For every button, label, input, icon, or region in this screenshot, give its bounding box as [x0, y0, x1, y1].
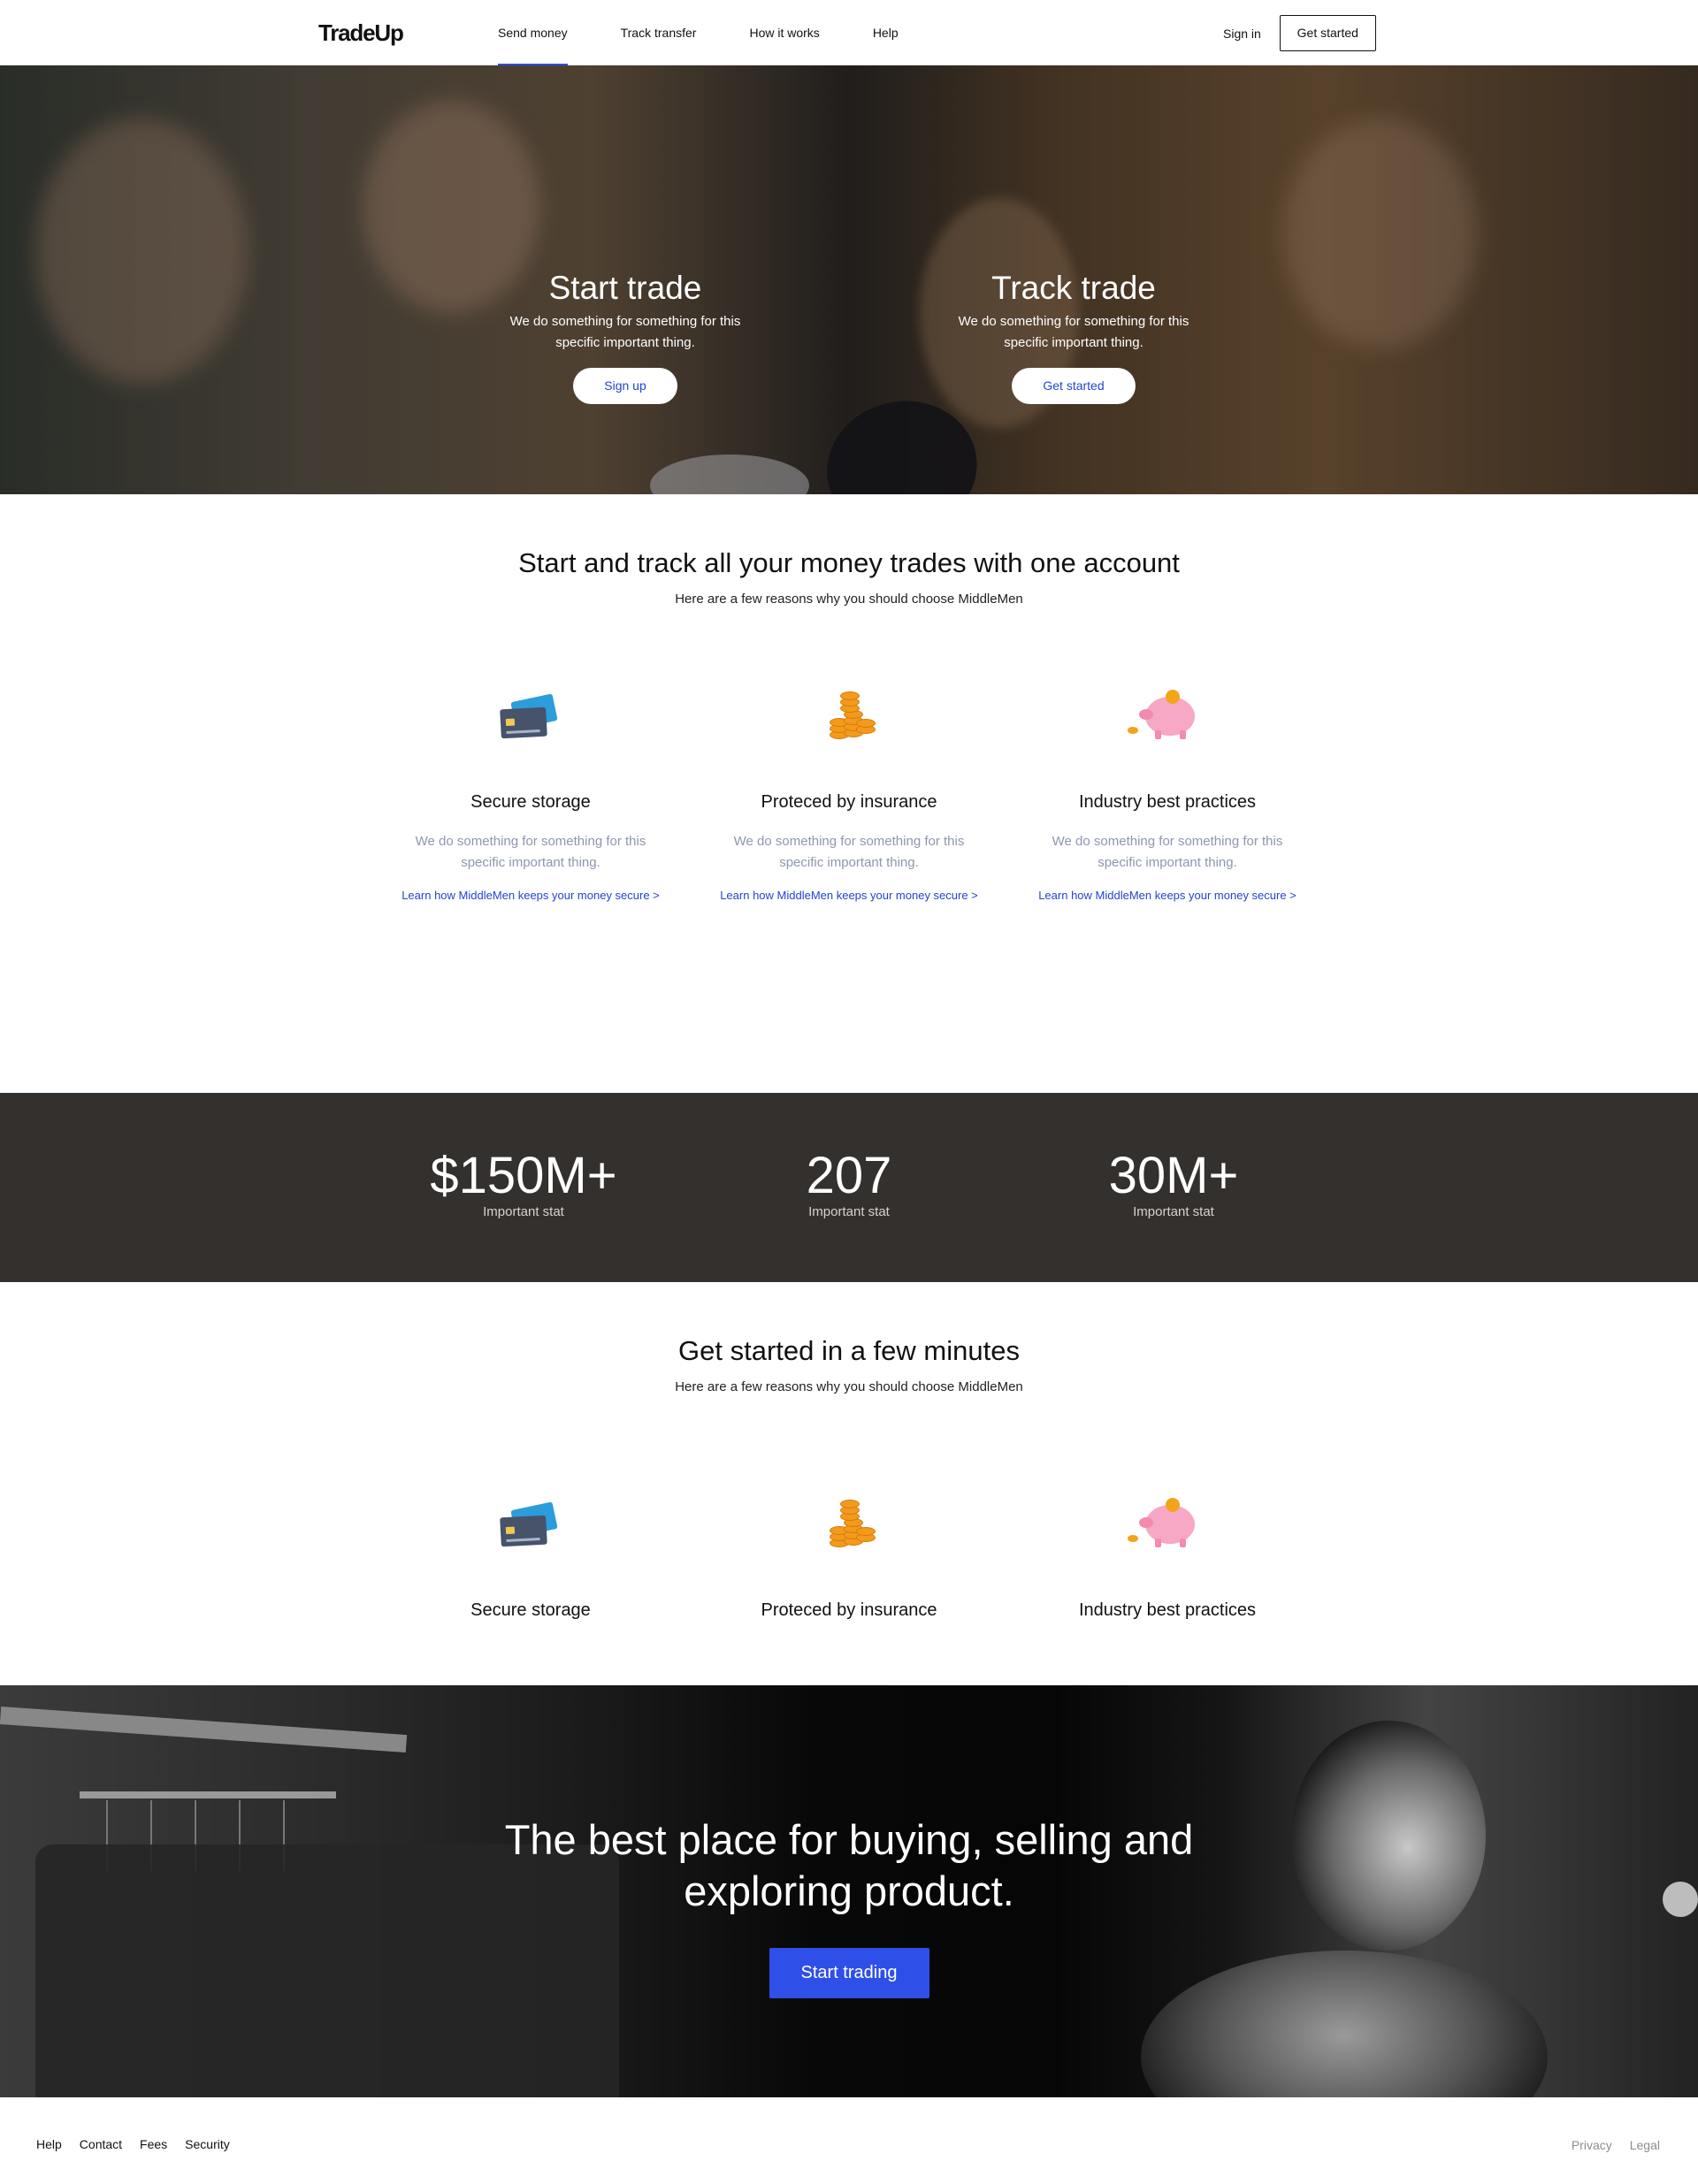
hero-start-trade-title: Start trade	[548, 270, 702, 306]
footer-privacy-link[interactable]: Privacy	[1572, 2138, 1612, 2152]
cta-photo-clothes-rail	[80, 1791, 336, 1798]
coin-stack-icon	[805, 1494, 893, 1556]
nav-track-transfer[interactable]: Track transfer	[621, 0, 697, 65]
feature-secure-storage: Secure storage We do something for somet…	[398, 686, 663, 908]
footer: Help Contact Fees Security Privacy Legal	[0, 2097, 1698, 2184]
stat-item: 30M+ Important stat	[1041, 1147, 1306, 1220]
feature-title: Industry best practices	[1078, 792, 1257, 812]
brand-logo[interactable]: TradeUp	[318, 19, 404, 47]
piggy-bank-icon	[1123, 686, 1212, 748]
feature-best-practices: Industry best practices We do something …	[1035, 686, 1300, 908]
header-actions: Sign in Get started	[1223, 15, 1376, 51]
main-nav: Send money Track transfer How it works H…	[498, 0, 952, 66]
get-started-button[interactable]: Get started	[1279, 15, 1376, 51]
nav-send-money[interactable]: Send money	[498, 0, 568, 66]
stat-item: $150M+ Important stat	[391, 1147, 656, 1220]
step-insurance: Proteced by insurance	[716, 1494, 982, 1621]
hero-start-trade-text: We do something for something for this s…	[509, 314, 741, 350]
stat-value: $150M+	[430, 1147, 617, 1204]
hero-overlay	[0, 65, 1698, 494]
start-trading-button[interactable]: Start trading	[769, 1948, 929, 1998]
hero-track-trade-text: We do something for something for this s…	[958, 314, 1189, 350]
cta-banner: The best place for buying, selling and e…	[0, 1685, 1698, 2097]
feature-insurance: Proteced by insurance We do something fo…	[716, 686, 982, 908]
step-title: Secure storage	[470, 1600, 591, 1620]
feature-title: Secure storage	[470, 792, 591, 812]
piggy-bank-icon	[1123, 1494, 1212, 1556]
get-started-subtitle: Here are a few reasons why you should ch…	[675, 1379, 1023, 1394]
learn-more-link[interactable]: Learn how MiddleMen keeps your money sec…	[398, 883, 663, 908]
footer-contact-link[interactable]: Contact	[80, 2137, 122, 2151]
footer-security-link[interactable]: Security	[185, 2137, 230, 2151]
get-started-grid: Secure storage Proteced by insurance Ind…	[0, 1494, 1698, 1636]
step-best-practices: Industry best practices	[1035, 1494, 1300, 1621]
cta-photo-shelf	[0, 1706, 408, 1753]
cta-title: The best place for buying, selling and e…	[371, 1814, 1327, 1917]
nav-how-it-works[interactable]: How it works	[749, 0, 819, 65]
stat-label: Important stat	[1133, 1204, 1214, 1219]
features-subtitle: Here are a few reasons why you should ch…	[675, 592, 1023, 607]
stat-item: 207 Important stat	[716, 1147, 982, 1220]
features-section: Start and track all your money trades wi…	[0, 494, 1698, 1093]
feature-title: Proteced by insurance	[761, 792, 937, 812]
footer-legal-links: Privacy Legal	[1554, 2138, 1660, 2152]
coin-stack-icon	[805, 686, 893, 748]
get-started-title: Get started in a few minutes	[678, 1335, 1020, 1366]
sign-up-button[interactable]: Sign up	[573, 368, 677, 404]
step-title: Industry best practices	[1078, 1600, 1257, 1620]
footer-help-link[interactable]: Help	[36, 2137, 62, 2151]
get-started-section: Get started in a few minutes Here are a …	[0, 1282, 1698, 1685]
hero-track-trade-title: Track trade	[991, 270, 1156, 306]
learn-more-link[interactable]: Learn how MiddleMen keeps your money sec…	[716, 883, 982, 908]
features-grid: Secure storage We do something for somet…	[0, 686, 1698, 1093]
stat-label: Important stat	[808, 1204, 890, 1219]
nav-help[interactable]: Help	[873, 0, 899, 65]
stat-label: Important stat	[483, 1204, 564, 1219]
feature-text: We do something for something for this s…	[415, 834, 646, 870]
footer-legal-link[interactable]: Legal	[1630, 2138, 1660, 2152]
cta-content: The best place for buying, selling and e…	[371, 1814, 1327, 1998]
cta-title-line-1: The best place for buying, selling and	[504, 1816, 1194, 1863]
hero-start-trade: Start trade We do something for somethin…	[493, 269, 758, 404]
sign-in-link[interactable]: Sign in	[1223, 27, 1261, 41]
footer-links: Help Contact Fees Security	[36, 2137, 248, 2151]
feature-text: We do something for something for this s…	[733, 834, 965, 870]
cta-title-line-2: exploring product.	[684, 1867, 1014, 1914]
hero-banner: Start trade We do something for somethin…	[0, 65, 1698, 494]
step-title: Proteced by insurance	[761, 1600, 937, 1620]
hero-get-started-button[interactable]: Get started	[1012, 368, 1136, 404]
footer-fees-link[interactable]: Fees	[140, 2137, 167, 2151]
cta-photo-light	[1663, 1882, 1698, 1917]
hero-track-trade: Track trade We do something for somethin…	[941, 269, 1206, 404]
step-secure-storage: Secure storage	[398, 1494, 663, 1621]
learn-more-link[interactable]: Learn how MiddleMen keeps your money sec…	[1035, 883, 1300, 908]
feature-text: We do something for something for this s…	[1052, 834, 1283, 870]
stat-value: 30M+	[1108, 1147, 1239, 1204]
top-navigation: TradeUp Send money Track transfer How it…	[0, 0, 1698, 66]
stat-value: 207	[806, 1147, 892, 1204]
stats-band: $150M+ Important stat 207 Important stat…	[0, 1093, 1698, 1282]
features-title: Start and track all your money trades wi…	[518, 547, 1180, 578]
credit-cards-icon	[486, 1494, 575, 1556]
credit-cards-icon	[486, 686, 575, 748]
